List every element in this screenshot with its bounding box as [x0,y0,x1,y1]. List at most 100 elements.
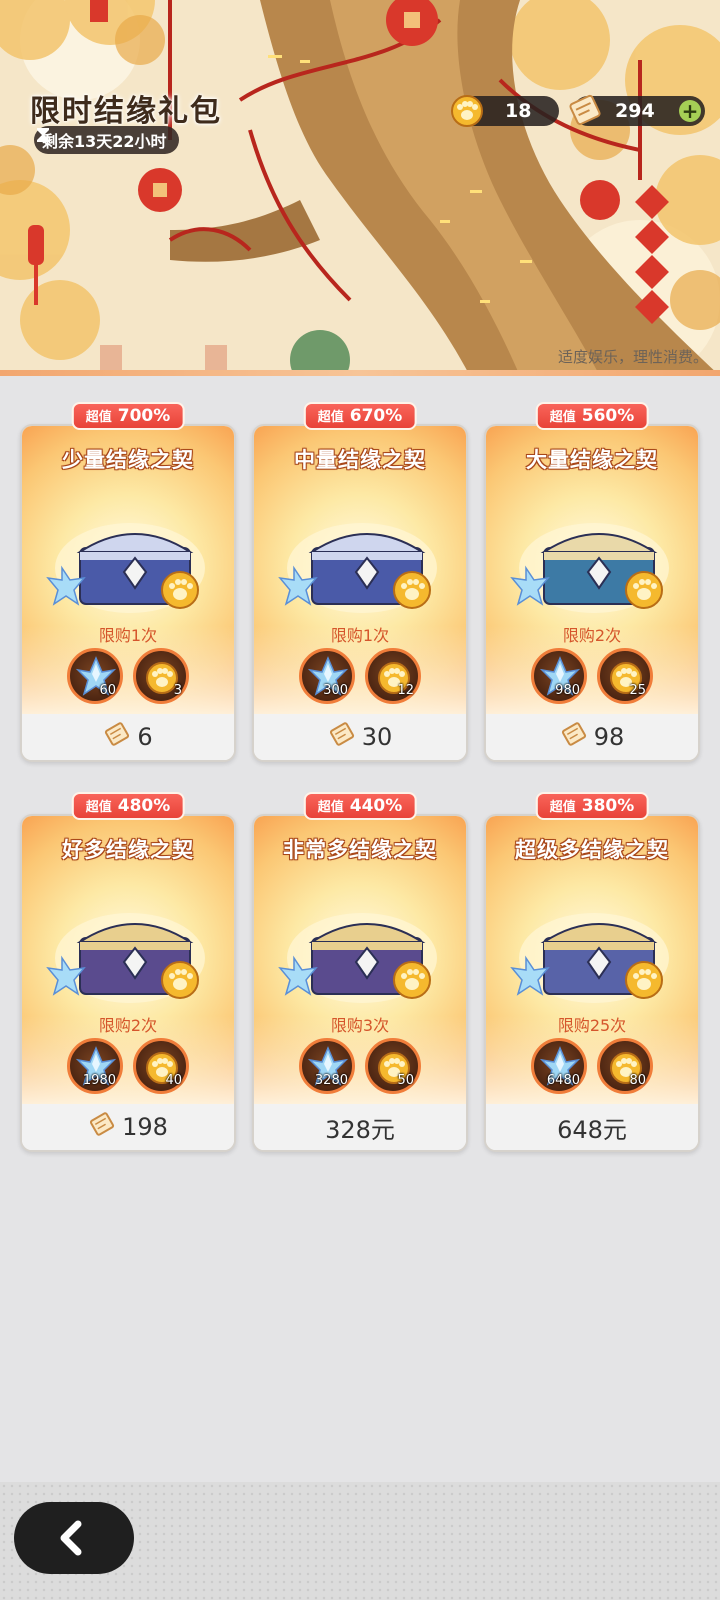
value-badge-percent: 440% [349,796,403,816]
pack-card[interactable]: 超值 560% 大量结缘之契限购2次 980 25 98 [484,402,700,762]
crystal-quantity: 980 [555,683,580,698]
hourglass-icon [37,128,49,142]
banner: 限时结缘礼包 剩余13天22小时 18 294 + 适度娱乐，理性消费。 [0,0,720,376]
paw-token-item: 50 [365,1038,421,1094]
price-button[interactable]: 98 [486,714,698,760]
paw-token-quantity: 25 [629,683,646,698]
add-ticket-button[interactable]: + [679,100,701,122]
value-badge-percent: 380% [581,796,635,816]
value-badge: 超值 380% [535,792,649,820]
purchase-limit: 限购2次 [98,1016,158,1035]
price-label: 648元 [557,1115,627,1144]
page-title: 限时结缘礼包 [30,94,222,129]
paw-token-quantity: 12 [397,683,414,698]
crystal-quantity: 6480 [546,1073,580,1088]
ticket-icon [569,94,601,126]
pack-card[interactable]: 超值 440% 非常多结缘之契 限购3次 3280 50 328元 [252,792,468,1152]
paw-token-balance: 18 [451,95,559,127]
crystal-item: 1980 [67,1038,123,1094]
price-label: 30 [361,723,393,751]
price-button[interactable]: 6 [22,714,234,760]
pack-name: 少量结缘之契 [62,448,194,472]
pack-name: 大量结缘之契 [526,448,658,472]
pack-art-area: 好多结缘之契限购2次 1980 40 [22,816,234,1106]
pack-contents: 1980 40 [22,1038,234,1094]
value-badge-percent: 670% [349,406,403,426]
value-badge-percent: 700% [117,406,171,426]
purchase-limit: 限购2次 [562,626,622,645]
value-badge: 超值 440% [303,792,417,820]
price-button[interactable]: 198 [22,1104,234,1150]
ticket-count: 294 [615,100,655,122]
treasure-chest-icon [278,913,437,1003]
pack-contents: 300 12 [254,648,466,704]
treasure-chest-icon [510,523,669,613]
price-label: 6 [137,723,153,751]
pack-name: 中量结缘之契 [294,448,426,472]
pack-contents: 60 3 [22,648,234,704]
paw-token-item: 12 [365,648,421,704]
value-badge: 超值 670% [303,402,417,430]
paw-token-quantity: 80 [629,1073,646,1088]
ticket-icon [560,720,588,754]
value-badge-prefix: 超值 [85,410,112,425]
price-label: 328元 [325,1115,395,1144]
countdown-text: 剩余13天22小时 [42,132,167,151]
crystal-item: 6480 [531,1038,587,1094]
crystal-quantity: 300 [323,683,348,698]
pack-name: 超级多结缘之契 [515,838,669,862]
value-badge-prefix: 超值 [317,410,344,425]
value-badge-prefix: 超值 [317,800,344,815]
pack-card[interactable]: 超值 480% 好多结缘之契限购2次 1980 40 198 [20,792,236,1152]
crystal-quantity: 60 [99,683,116,698]
crystal-item: 60 [67,648,123,704]
value-badge-prefix: 超值 [549,800,576,815]
value-badge-prefix: 超值 [85,800,112,815]
purchase-limit: 限购25次 [557,1016,627,1035]
pack-art-area: 少量结缘之契限购1次 60 3 [22,426,234,716]
paw-token-item: 3 [133,648,189,704]
treasure-chest-icon [278,523,437,613]
pack-art-area: 超级多结缘之契限购25次 6480 80 [486,816,698,1106]
purchase-limit: 限购1次 [330,626,390,645]
pack-art-area: 中量结缘之契限购1次 300 12 [254,426,466,716]
ticket-balance: 294 + [569,94,705,126]
pack-card[interactable]: 超值 380% 超级多结缘之契限购25次 6480 80 648元 [484,792,700,1152]
pack-name: 好多结缘之契 [62,838,194,862]
treasure-chest-icon [46,523,205,613]
value-badge-percent: 480% [117,796,171,816]
crystal-quantity: 3280 [314,1073,348,1088]
crystal-item: 980 [531,648,587,704]
value-badge: 超值 480% [71,792,185,820]
price-label: 98 [593,723,625,751]
moderation-notice: 适度娱乐，理性消费。 [557,348,708,366]
chevron-left-icon [60,1520,82,1556]
pack-contents: 3280 50 [254,1038,466,1094]
back-button[interactable] [14,1502,134,1574]
purchase-limit: 限购1次 [98,626,158,645]
pack-name: 非常多结缘之契 [283,838,437,862]
treasure-chest-icon [46,913,205,1003]
paw-token-quantity: 50 [397,1073,414,1088]
pack-art-area: 大量结缘之契限购2次 980 25 [486,426,698,716]
paw-token-quantity: 3 [173,683,182,698]
price-label: 198 [122,1113,168,1141]
value-badge-percent: 560% [581,406,635,426]
paw-token-count: 18 [505,100,532,122]
paw-token-item: 40 [133,1038,189,1094]
pack-card[interactable]: 超值 670% 中量结缘之契限购1次 300 12 30 [252,402,468,762]
price-button[interactable]: 648元 [486,1104,698,1150]
paw-token-item: 25 [597,648,653,704]
ticket-icon [328,720,356,754]
crystal-item: 300 [299,648,355,704]
value-badge: 超值 560% [535,402,649,430]
paw-token-icon [451,95,483,127]
price-button[interactable]: 30 [254,714,466,760]
pack-card[interactable]: 超值 700% 少量结缘之契限购1次 60 3 6 [20,402,236,762]
paw-token-item: 80 [597,1038,653,1094]
countdown-timer: 剩余13天22小时 [34,126,179,154]
crystal-item: 3280 [299,1038,355,1094]
price-button[interactable]: 328元 [254,1104,466,1150]
pack-contents: 980 25 [486,648,698,704]
crystal-quantity: 1980 [82,1073,116,1088]
